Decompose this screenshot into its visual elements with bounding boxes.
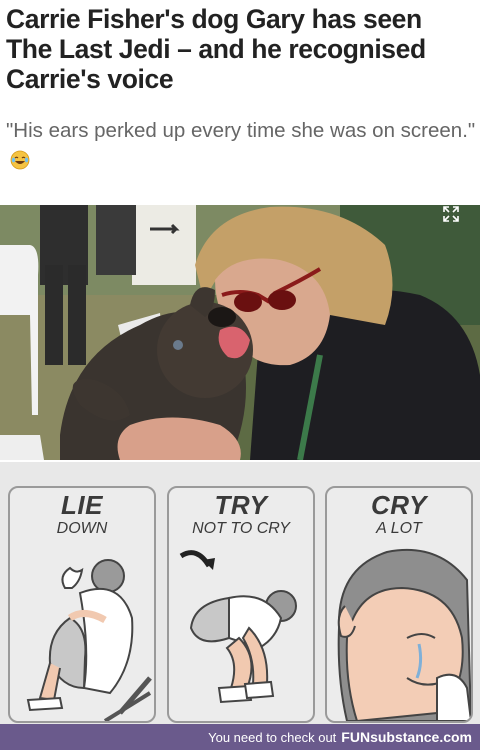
meme-panel-lie-down: LIE DOWN: [8, 486, 156, 723]
meme-panel-cry-a-lot: CRY A LOT: [325, 486, 473, 723]
article-headline: Carrie Fisher's dog Gary has seen The La…: [6, 4, 426, 94]
article-subheadline: "His ears perked up every time she was o…: [6, 116, 476, 176]
footer-banner[interactable]: You need to check out FUNsubstance.com: [0, 724, 480, 750]
footer-brand-link[interactable]: FUNsubstance.com: [341, 729, 472, 745]
panel-2-title: TRY: [214, 490, 268, 520]
panel-3-title: CRY: [371, 490, 427, 520]
photo-scene: [0, 205, 480, 460]
subheadline-text: "His ears perked up every time she was o…: [6, 119, 476, 142]
article-photo: P: [0, 205, 480, 460]
meme-strip: LIE DOWN TRY NOT TO CRY CRY A LOT: [0, 462, 480, 724]
panel-3-subtitle: A LOT: [376, 520, 422, 537]
panel-2-subtitle: NOT TO CRY: [192, 520, 290, 537]
expand-arrows-icon: [443, 206, 459, 222]
meme-panel-try-not-to-cry: TRY NOT TO CRY: [167, 486, 315, 723]
laughing-tears-emoji-icon: [10, 150, 30, 170]
panel-1-title: LIE: [61, 490, 103, 520]
expand-button[interactable]: [442, 205, 480, 261]
footer-text: You need to check out: [208, 729, 337, 745]
panel-1-subtitle: DOWN: [56, 520, 108, 537]
